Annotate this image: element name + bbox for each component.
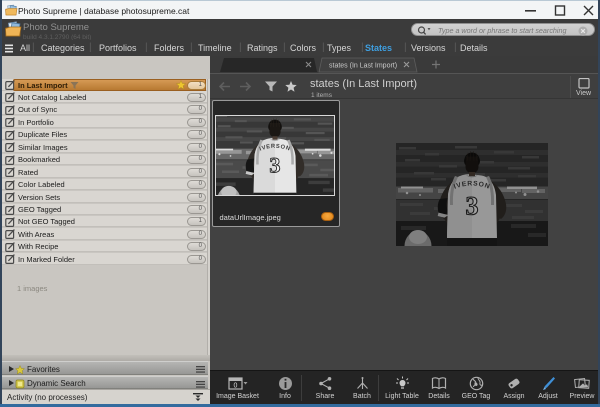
svg-text:states (In Last Import): states (In Last Import) (329, 63, 397, 70)
svg-text:0: 0 (233, 383, 237, 390)
